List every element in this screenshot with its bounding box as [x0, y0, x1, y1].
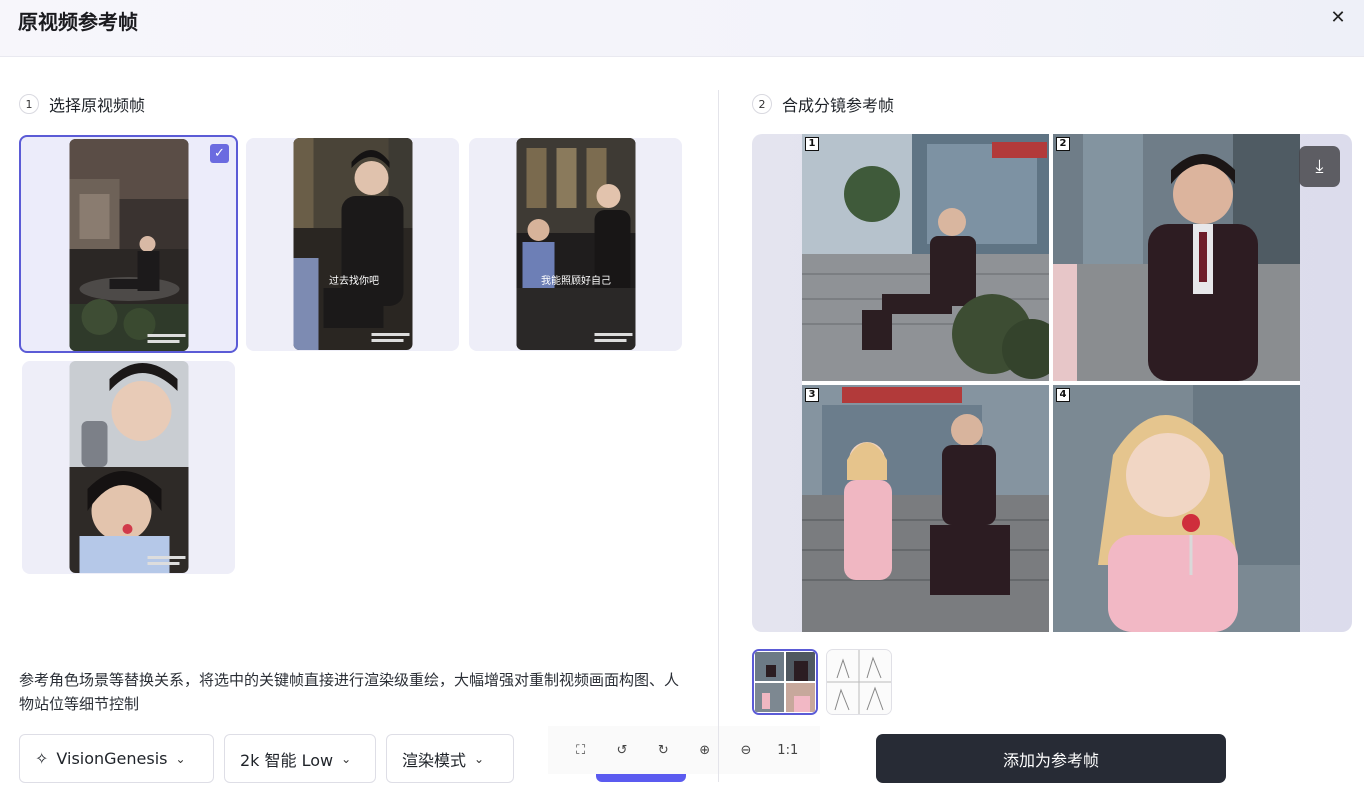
frame-thumbnail — [69, 361, 188, 573]
storyboard-thumb-2[interactable] — [826, 649, 892, 715]
download-icon[interactable]: ⤓ — [1299, 146, 1340, 187]
add-as-reference-button[interactable]: 添加为参考帧 — [876, 734, 1226, 783]
active-indicator — [596, 774, 686, 782]
zoom-out-icon[interactable]: ⊖ — [736, 743, 756, 758]
zoom-in-icon[interactable]: ⊕ — [695, 743, 715, 758]
panel-number: 1 — [805, 137, 819, 151]
chevron-down-icon: ⌄ — [474, 751, 485, 766]
step-compose-storyboard: 2 合成分镜参考帧 — [752, 92, 894, 116]
quality-label: 2k 智能 Low — [240, 750, 334, 770]
storyboard-panel-1: 1 — [802, 134, 1049, 381]
frame-caption: 我能照顾好自己 — [541, 276, 611, 287]
fullscreen-icon[interactable]: ⛶ — [571, 743, 591, 758]
storyboard-panel-4: 4 — [1053, 385, 1300, 632]
selected-check-icon: ✓ — [210, 144, 229, 163]
panel-number: 2 — [1056, 137, 1070, 151]
chevron-down-icon: ⌄ — [341, 751, 352, 766]
step-select-frames: 1 选择原视频帧 — [19, 92, 145, 116]
model-label: VisionGenesis — [56, 749, 168, 768]
frame-thumbnail — [69, 139, 188, 351]
frame-card-4[interactable] — [22, 361, 235, 574]
model-dropdown[interactable]: ✧ VisionGenesis ⌄ — [19, 734, 214, 783]
panel-number: 3 — [805, 388, 819, 402]
zoom-toolbar: ⛶ ↺ ↻ ⊕ ⊖ 1:1 — [548, 726, 820, 774]
close-icon[interactable]: ✕ — [1329, 9, 1347, 27]
quality-dropdown[interactable]: 2k 智能 Low ⌄ — [224, 734, 376, 783]
column-divider — [718, 90, 719, 782]
render-mode-dropdown[interactable]: 渲染模式 ⌄ — [386, 734, 514, 783]
step-label: 选择原视频帧 — [49, 96, 146, 115]
frame-card-3[interactable]: 我能照顾好自己 — [469, 138, 682, 351]
chevron-down-icon: ⌄ — [175, 751, 186, 766]
step-label: 合成分镜参考帧 — [782, 96, 895, 115]
storyboard-panel-3: 3 — [802, 385, 1049, 632]
frame-card-1[interactable]: ✓ — [19, 135, 238, 353]
frame-thumbnail — [516, 138, 635, 350]
storyboard-thumb-1[interactable] — [752, 649, 818, 715]
description-text: 参考角色场景等替换关系，将选中的关键帧直接进行渲染级重绘，大幅增强对重制视频画面… — [19, 671, 680, 713]
dialog-header: 原视频参考帧 ✕ — [0, 0, 1364, 57]
frame-card-2[interactable]: 过去找你吧 — [246, 138, 459, 351]
frame-caption: 过去找你吧 — [329, 276, 379, 287]
rotate-left-icon[interactable]: ↺ — [612, 743, 632, 758]
rotate-right-icon[interactable]: ↻ — [653, 743, 673, 758]
panel-number: 4 — [1056, 388, 1070, 402]
frame-thumbnail — [293, 138, 412, 350]
storyboard-grid: 1 2 3 4 — [802, 134, 1300, 632]
zoom-reset-button[interactable]: 1:1 — [777, 743, 798, 758]
storyboard-panel-2: 2 — [1053, 134, 1300, 381]
render-mode-label: 渲染模式 — [402, 750, 467, 770]
step-number: 1 — [19, 94, 39, 114]
dialog-title: 原视频参考帧 — [18, 10, 138, 34]
step-number: 2 — [752, 94, 772, 114]
storyboard-preview: 1 2 3 4 — [752, 134, 1352, 632]
sparkle-icon: ✧ — [35, 749, 49, 768]
